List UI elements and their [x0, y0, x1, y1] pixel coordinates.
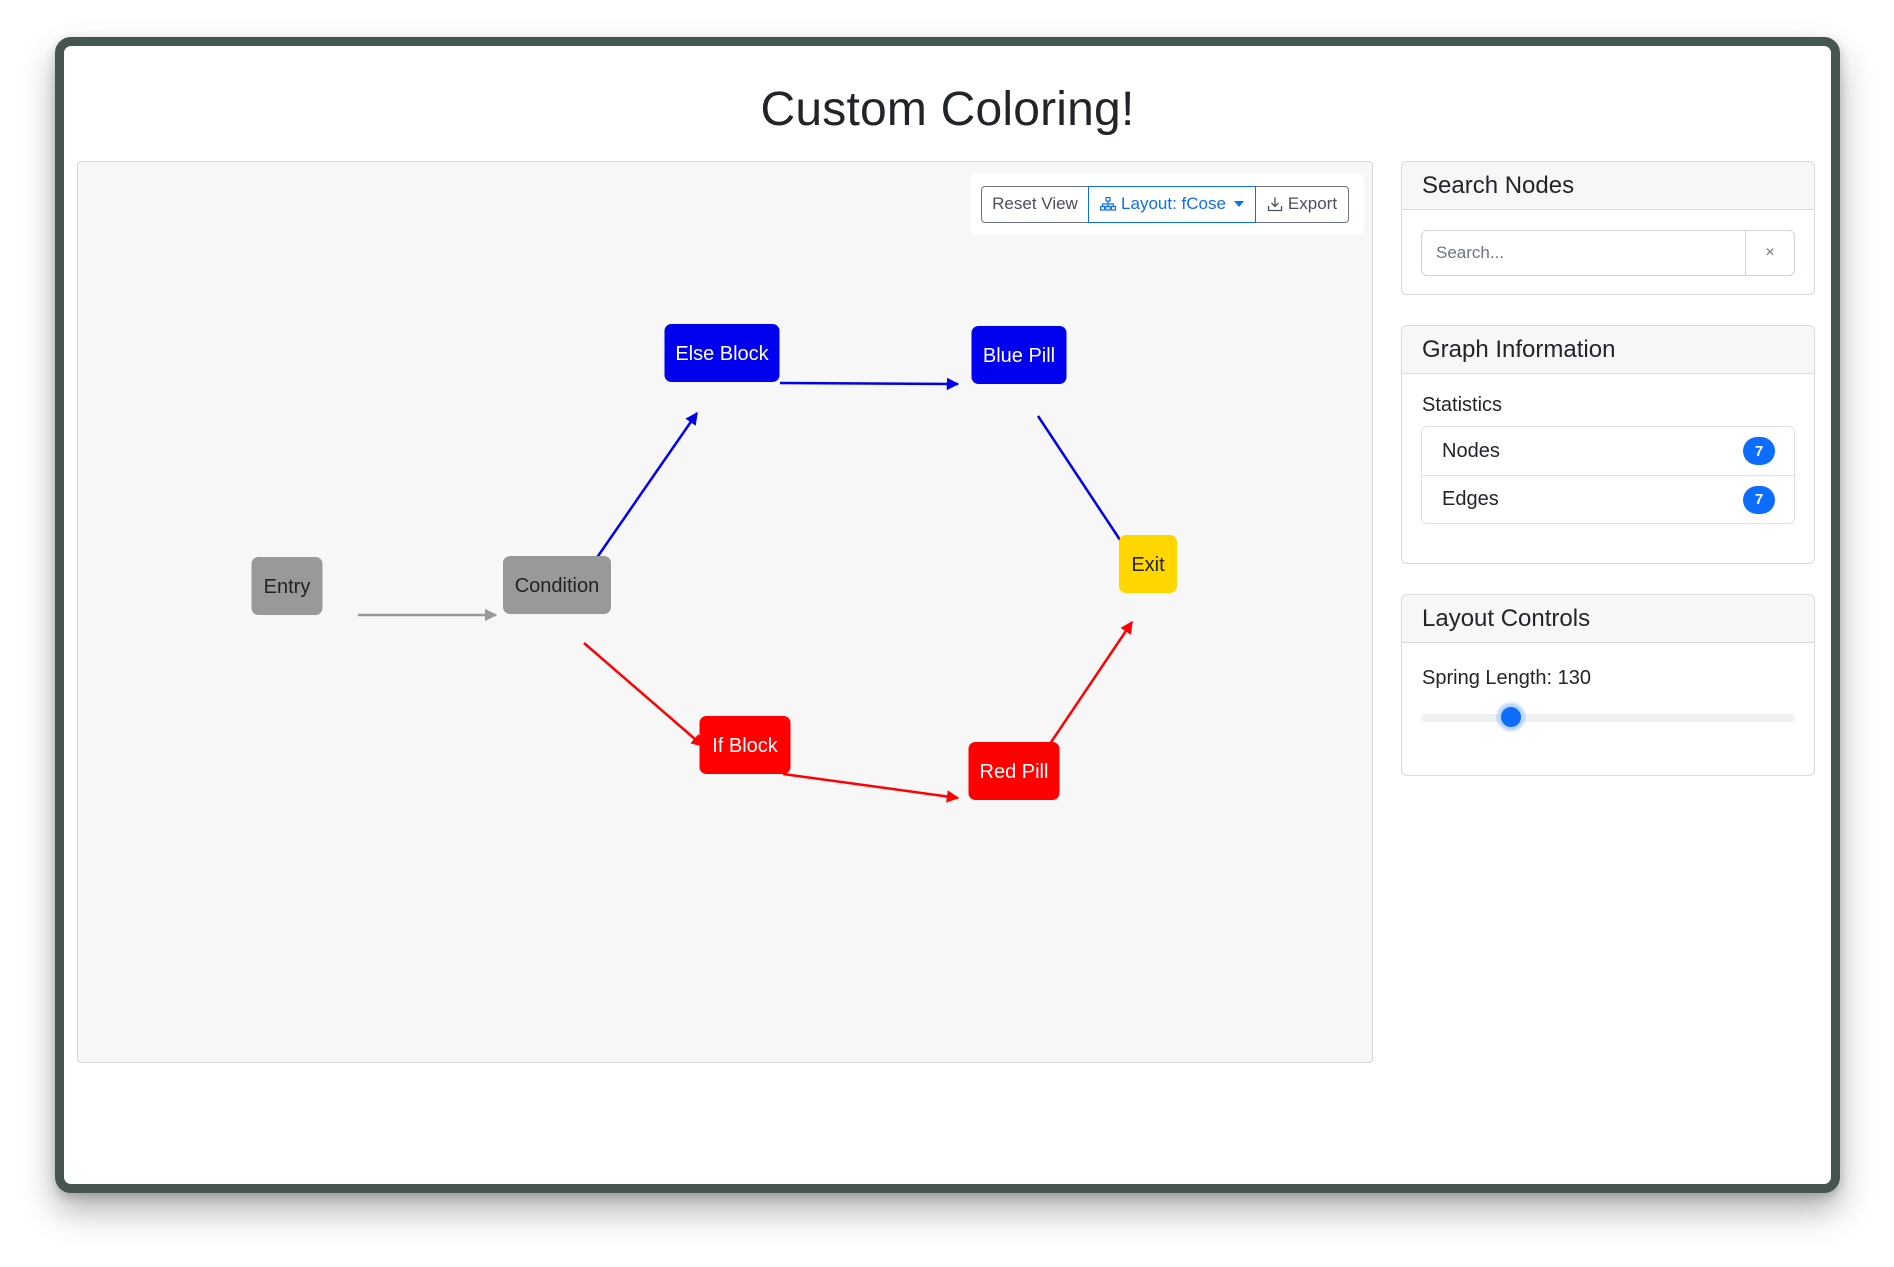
download-icon — [1267, 196, 1283, 212]
chevron-down-icon — [1233, 201, 1244, 207]
node-condition[interactable]: Condition — [503, 556, 611, 614]
search-group: × — [1421, 230, 1795, 276]
node-label: Blue Pill — [983, 345, 1055, 367]
graph-toolbar: Reset View Layout: fCose Export — [970, 173, 1364, 235]
hierarchy-icon — [1100, 197, 1117, 211]
node-label: Condition — [515, 575, 600, 597]
graph-canvas[interactable]: Entry Condition Else Block Blue Pill Exit If … — [77, 161, 1373, 1063]
edge-blue-pill-to-exit[interactable] — [1036, 415, 1134, 560]
search-nodes-title: Search Nodes — [1402, 162, 1814, 210]
node-label: Red Pill — [980, 761, 1049, 783]
edge-else-block-to-blue-pill[interactable] — [779, 377, 960, 391]
nodes-count-badge: 7 — [1743, 437, 1775, 465]
export-button[interactable]: Export — [1255, 185, 1349, 223]
graph-information-card: Graph Information Statistics Nodes 7 Edg… — [1401, 325, 1815, 564]
node-blue-pill[interactable]: Blue Pill — [971, 326, 1067, 384]
spring-length-slider[interactable] — [1421, 714, 1795, 722]
edges-count-badge: 7 — [1743, 485, 1775, 514]
statistics-heading: Statistics — [1422, 394, 1503, 416]
edge-condition-to-if-block[interactable] — [583, 642, 704, 747]
page-title: Custom Coloring! — [760, 83, 1135, 136]
node-else-block[interactable]: Else Block — [664, 324, 780, 382]
reset-view-button[interactable]: Reset View — [981, 185, 1089, 223]
nodes-label: Nodes — [1442, 439, 1500, 462]
export-label: Export — [1287, 194, 1338, 213]
node-label: Exit — [1131, 554, 1165, 576]
node-entry[interactable]: Entry — [251, 557, 323, 615]
edges-label: Edges — [1442, 488, 1499, 510]
node-label: If Block — [712, 735, 779, 757]
node-red-pill[interactable]: Red Pill — [968, 742, 1060, 800]
search-input[interactable] — [1421, 230, 1746, 276]
layout-dropdown-label: Layout: fCose — [1121, 194, 1226, 213]
stat-row-edges: Edges 7 — [1422, 475, 1794, 523]
layout-controls-card: Layout Controls Spring Length: 130 — [1401, 594, 1815, 776]
edge-if-block-to-red-pill[interactable] — [782, 772, 960, 803]
spring-length-label: Spring Length: 130 — [1422, 667, 1592, 689]
app-window: Custom Coloring! Entry Condition Else Bloc… — [55, 37, 1840, 1193]
stat-row-nodes: Nodes 7 — [1422, 427, 1794, 475]
node-label: Entry — [264, 576, 311, 598]
search-nodes-card: Search Nodes × — [1401, 161, 1815, 295]
graph-svg[interactable]: Entry Condition Else Block Blue Pill Exit If … — [78, 162, 1372, 1062]
graph-information-title: Graph Information — [1402, 326, 1814, 374]
node-exit[interactable]: Exit — [1119, 535, 1177, 593]
node-label: Else Block — [675, 343, 769, 365]
spring-length-slider-thumb[interactable] — [1497, 704, 1524, 730]
clear-search-button[interactable]: × — [1746, 230, 1795, 276]
reset-view-label: Reset View — [992, 194, 1078, 213]
statistics-list: Nodes 7 Edges 7 — [1421, 426, 1795, 524]
close-icon: × — [1765, 244, 1775, 261]
layout-dropdown-button[interactable]: Layout: fCose — [1088, 185, 1256, 223]
node-if-block[interactable]: If Block — [699, 716, 791, 774]
layout-controls-title: Layout Controls — [1402, 595, 1814, 643]
